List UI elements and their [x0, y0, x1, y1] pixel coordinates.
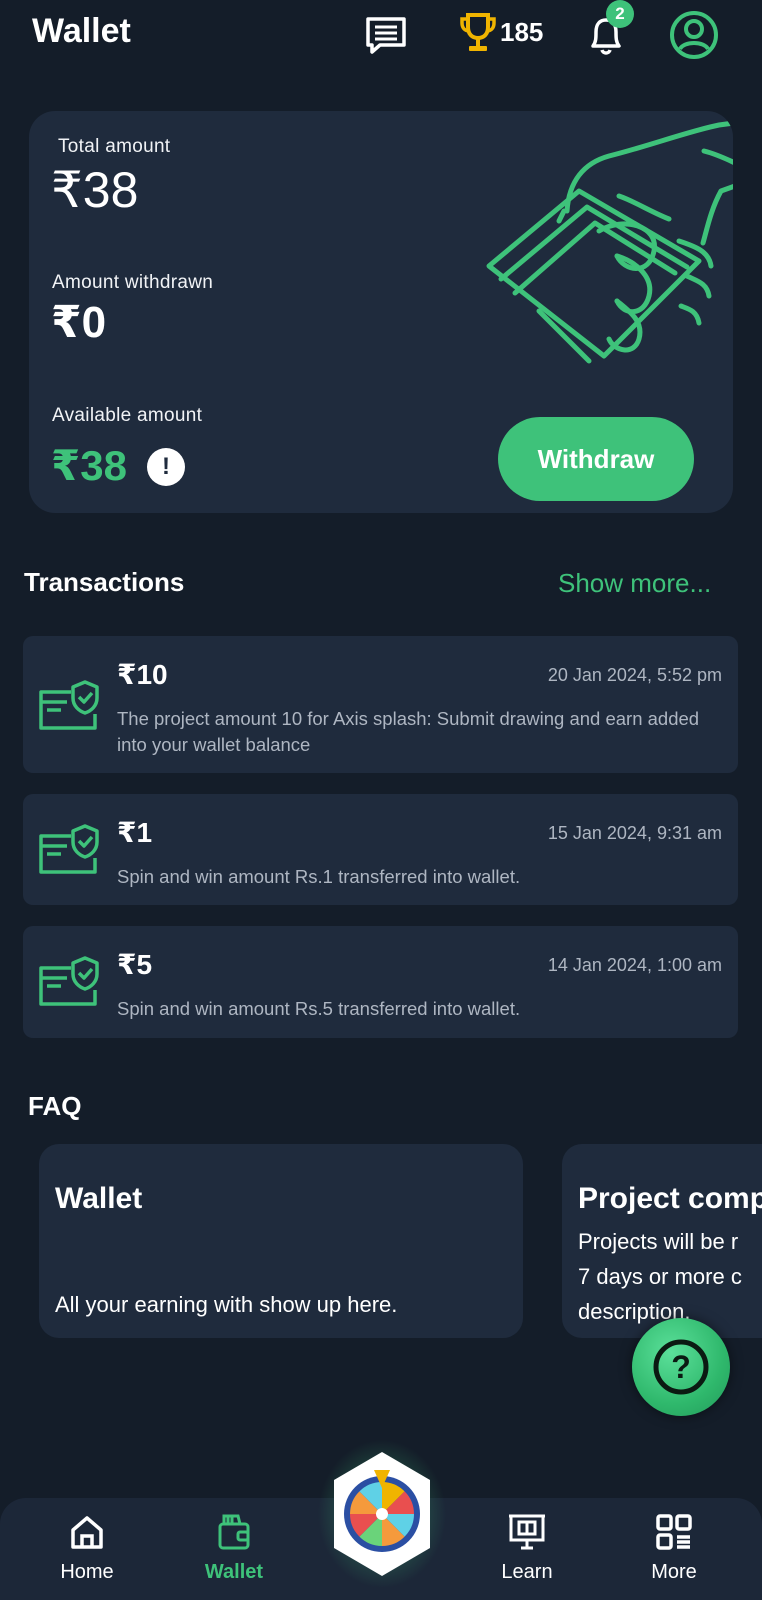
profile-icon[interactable]: [668, 9, 720, 61]
transaction-description: Spin and win amount Rs.5 transferred int…: [117, 998, 521, 1019]
transaction-amount: ₹10: [117, 659, 168, 690]
withdraw-button[interactable]: Withdraw: [498, 417, 694, 501]
wallet-summary-card: Total amount ₹38 Amount withdrawn ₹0 Ava…: [29, 111, 733, 513]
nav-item-wallet[interactable]: Wallet: [174, 1498, 294, 1600]
available-amount-label: Available amount: [52, 405, 203, 426]
grid-icon: [656, 1514, 692, 1550]
amount-withdrawn-value: ₹0: [51, 298, 107, 347]
nav-item-home[interactable]: Home: [27, 1498, 147, 1600]
question-icon: ?: [653, 1339, 709, 1395]
help-glyph: ?: [671, 1349, 691, 1385]
nav-label-wallet: Wallet: [204, 1561, 264, 1583]
transaction-description: Spin and win amount Rs.1 transferred int…: [117, 866, 521, 887]
transactions-title: Transactions: [24, 567, 185, 597]
total-amount-label: Total amount: [58, 136, 171, 157]
home-icon: [71, 1516, 103, 1549]
secure-payment-icon: [39, 824, 99, 874]
faq-card-text: 7 days or more c: [578, 1264, 742, 1289]
notification-badge: 2: [606, 0, 634, 28]
page-title: Wallet: [32, 12, 131, 50]
help-button[interactable]: ?: [632, 1318, 730, 1416]
transaction-amount: ₹5: [117, 949, 153, 980]
secure-payment-icon: [39, 956, 99, 1006]
nav-label-learn: Learn: [501, 1561, 553, 1583]
spin-wheel-button[interactable]: [318, 1440, 446, 1588]
nav-item-learn[interactable]: Learn: [467, 1498, 587, 1600]
transaction-amount: ₹1: [117, 817, 153, 848]
transaction-date: 14 Jan 2024, 1:00 am: [547, 955, 722, 975]
show-more-link[interactable]: Show more...: [558, 568, 711, 599]
transaction-card[interactable]: ₹5 14 Jan 2024, 1:00 am Spin and win amo…: [23, 926, 738, 1038]
secure-payment-icon: [39, 680, 99, 730]
info-icon[interactable]: !: [147, 448, 185, 486]
transaction-card[interactable]: ₹10 20 Jan 2024, 5:52 pm The project amo…: [23, 636, 738, 773]
transaction-date: 20 Jan 2024, 5:52 pm: [547, 665, 722, 685]
nav-label-more: More: [651, 1561, 697, 1583]
trophy-count: 185: [500, 17, 544, 47]
transaction-date: 15 Jan 2024, 9:31 am: [547, 823, 722, 843]
amount-withdrawn-label: Amount withdrawn: [52, 272, 214, 293]
faq-card[interactable]: Wallet All your earning with show up her…: [39, 1144, 523, 1338]
nav-label-home: Home: [60, 1561, 114, 1583]
faq-card-text: All your earning with show up here.: [55, 1292, 398, 1317]
faq-card-title: Wallet: [55, 1182, 143, 1215]
faq-card-text: Projects will be r: [578, 1229, 739, 1254]
learn-icon: [509, 1514, 545, 1550]
transaction-card[interactable]: ₹1 15 Jan 2024, 9:31 am Spin and win amo…: [23, 794, 738, 905]
wallet-icon: [218, 1514, 250, 1550]
app-header: Wallet 185 2: [0, 0, 762, 70]
total-amount-value: ₹38: [51, 162, 139, 218]
faq-title: FAQ: [28, 1091, 82, 1121]
available-amount-value: ₹38: [51, 442, 127, 489]
transaction-description: The project amount 10 for Axis splash: S…: [117, 708, 700, 755]
chat-icon[interactable]: [364, 16, 408, 56]
faq-card[interactable]: Project comp Projects will be r 7 days o…: [562, 1144, 762, 1338]
hand-money-illustration: [486, 120, 733, 364]
nav-item-more[interactable]: More: [614, 1498, 734, 1600]
faq-card-title: Project comp: [578, 1182, 762, 1215]
spin-wheel-icon: [318, 1440, 446, 1588]
trophy-icon[interactable]: [458, 12, 498, 54]
